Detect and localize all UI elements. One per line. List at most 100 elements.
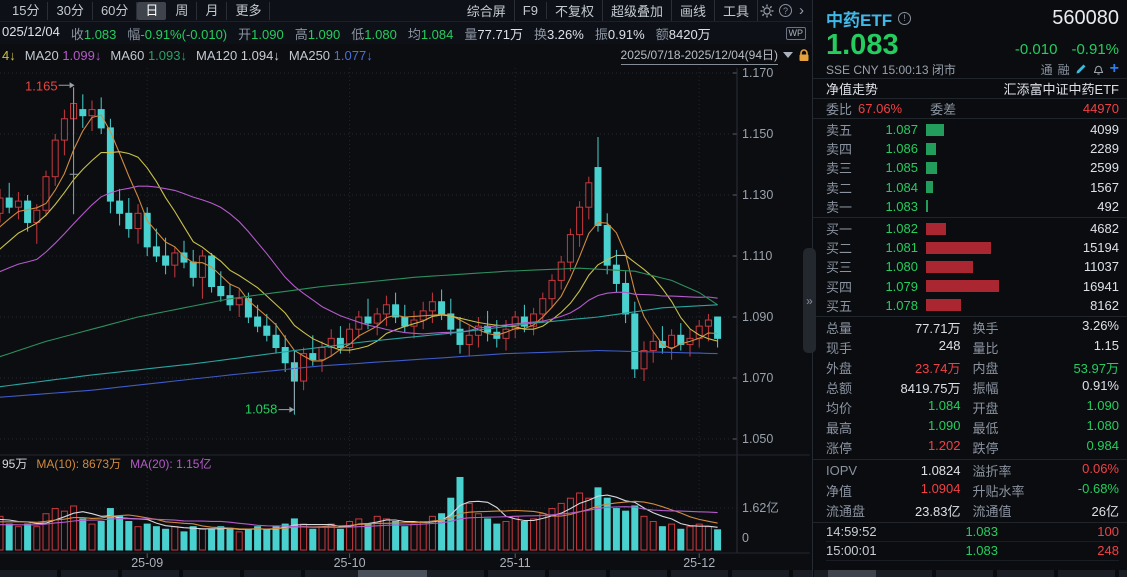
panel-scrollbar-thumb[interactable] [828,570,876,577]
stat-value: 8419.75万 [901,378,973,397]
gear-icon[interactable] [758,4,776,18]
order-level-qty: 11037 [1084,259,1119,274]
quote-field: 幅-0.91%(-0.010) [127,24,227,43]
toolbar-button-工具[interactable]: 工具 [715,0,758,21]
ma-legend-item: MA20 1.099↓ [25,48,102,63]
quote-field-label: 收 [71,27,84,42]
weibi-label: 委比 [826,99,852,118]
toolbar-button-画线[interactable]: 画线 [672,0,715,21]
stat-row: 涨停1.202跌停0.984 [826,438,1119,458]
quote-field-value: -0.91%(-0.010) [140,27,227,42]
order-depth-bar [926,143,936,155]
stat-value: 26亿 [1092,501,1119,520]
stat-cell: 升贴水率-0.68% [973,481,1120,500]
volume-legend-item: MA(10): 8673万 [36,455,121,472]
order-level-row[interactable]: 卖五1.0874099 [826,120,1119,139]
order-level-row[interactable]: 买二1.08115194 [826,238,1119,257]
stat-cell: 换手3.26% [973,318,1120,337]
order-depth-bar [926,242,991,254]
tick-qty: 248 [1097,543,1119,558]
quote-field: 振0.91% [595,24,645,43]
tab-period-30分[interactable]: 30分 [48,2,92,20]
stat-value: 1.0824 [921,463,973,478]
quote-field-label: 换 [534,27,547,42]
period-tabbar: 15分30分60分日周月更多 综合屏F9不复权超级叠加画线工具 ? › [0,0,812,22]
order-level-row[interactable]: 卖一1.083492 [826,197,1119,216]
order-level-row[interactable]: 买五1.0788162 [826,296,1119,315]
ma-legend-item: MA60 1.093↓ [110,48,187,63]
order-level-row[interactable]: 买四1.07916941 [826,277,1119,296]
order-level-row[interactable]: 卖四1.0862289 [826,139,1119,158]
stat-row: IOPV1.0824溢折率0.06% [826,461,1119,481]
date-range-selector[interactable]: 2025/07/18-2025/12/04(94日) [621,46,778,65]
weicha-label: 委差 [930,99,956,118]
lock-icon[interactable] [798,49,810,62]
order-level-row[interactable]: 买一1.0824682 [826,219,1119,238]
info-icon[interactable]: ! [898,12,911,25]
fund-nav-row[interactable]: 净值走势 汇添富中证中药ETF [813,78,1127,99]
svg-text:1.150: 1.150 [742,127,773,141]
tab-period-周[interactable]: 周 [167,2,197,20]
stat-value: 1.090 [928,418,973,437]
wp-badge[interactable]: WP [786,27,807,40]
stock-app-window: 15分30分60分日周月更多 综合屏F9不复权超级叠加画线工具 ? › 025/… [0,0,1127,577]
stat-value: -0.68% [1078,481,1119,500]
quote-field-value: 77.71万 [477,27,523,42]
add-icon[interactable]: + [1110,63,1119,75]
toolbar-more-chevron-icon[interactable]: › [795,2,808,19]
stat-value: 3.26% [1082,318,1119,337]
order-level-qty: 4682 [1090,221,1119,236]
order-level-row[interactable]: 买三1.08011037 [826,257,1119,276]
order-level-price: 1.082 [866,221,918,236]
stat-value: 0.984 [1086,438,1119,457]
tab-period-日[interactable]: 日 [137,2,166,20]
stat-cell: 外盘23.74万 [826,358,973,377]
tab-period-月[interactable]: 月 [197,2,227,20]
tab-period-60分[interactable]: 60分 [93,2,137,20]
order-level-row[interactable]: 卖二1.0841567 [826,178,1119,197]
order-level-label: 卖二 [826,178,866,197]
stat-label: 均价 [826,398,852,417]
stat-label: 跌停 [973,438,999,457]
toolbar-button-超级叠加[interactable]: 超级叠加 [603,0,672,21]
toolbar-button-综合屏[interactable]: 综合屏 [459,0,515,21]
order-depth-bar [926,261,973,273]
quote-field: 均1.084 [408,24,454,43]
ask-levels: 卖五1.0874099卖四1.0862289卖三1.0852599卖二1.084… [813,118,1127,217]
panel-collapse-handle[interactable]: » [803,248,816,353]
quote-field-label: 幅 [127,27,140,42]
stat-label: 最低 [973,418,999,437]
quote-field-label: 高 [295,27,308,42]
toolbar-button-F9[interactable]: F9 [515,2,547,19]
stat-label: 溢折率 [973,461,1012,480]
market-status: SSE CNY 15:00:13 闭市 [826,61,956,78]
stat-label: 总量 [826,318,852,337]
chevron-down-icon[interactable] [783,52,793,58]
order-level-price: 1.083 [866,199,918,214]
ma-legend-label: MA120 [196,48,241,63]
tab-period-15分[interactable]: 15分 [4,2,48,20]
bell-icon[interactable] [1092,63,1105,76]
quote-field-value: 025/12/04 [2,24,60,39]
quote-field-label: 均 [408,27,421,42]
svg-text:1.130: 1.130 [742,188,773,202]
candlestick-chart[interactable]: 1.1701.1501.1301.1101.0901.0701.05025-09… [0,0,812,577]
pencil-icon[interactable] [1075,63,1087,75]
symbol-code: 560080 [1052,7,1119,30]
svg-text:1.62亿: 1.62亿 [742,500,779,515]
help-icon[interactable]: ? [779,4,792,17]
tab-period-更多[interactable]: 更多 [227,2,270,20]
order-depth-bar [926,223,946,235]
toolbar-button-不复权[interactable]: 不复权 [547,0,603,21]
stat-value: 77.71万 [915,318,973,337]
order-level-row[interactable]: 卖三1.0852599 [826,158,1119,177]
ma-legend-label: MA60 [110,48,148,63]
order-level-price: 1.080 [866,259,918,274]
stat-label: 现手 [826,338,852,357]
svg-text:1.165: 1.165 [25,78,58,93]
stat-cell: 总量 77.71万 [826,318,973,337]
order-level-price: 1.085 [866,160,918,175]
panel-h-scrollbar[interactable] [814,570,1127,577]
stat-row: 总额8419.75万振幅0.91% [826,378,1119,398]
last-price: 1.083 [826,30,899,60]
